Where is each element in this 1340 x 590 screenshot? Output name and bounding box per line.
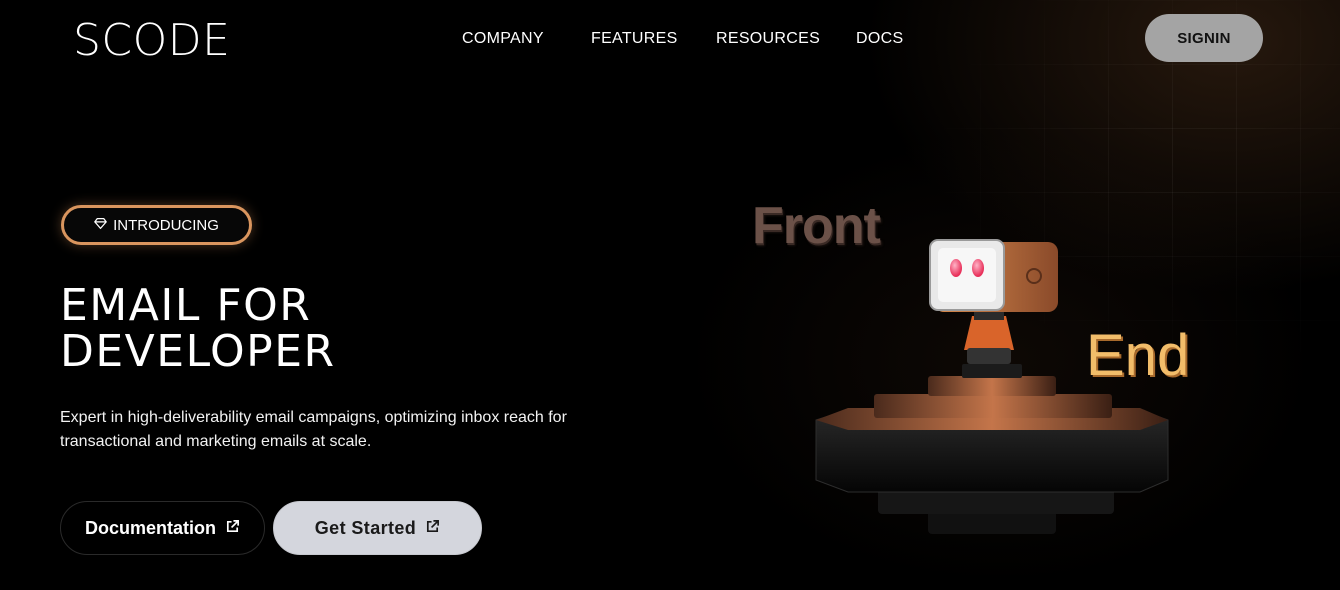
front-word: Front [752, 197, 881, 255]
diamond-icon [94, 217, 107, 234]
external-link-icon [225, 518, 240, 539]
end-word: End [1086, 323, 1190, 388]
nav-item-docs[interactable]: DOCS [856, 29, 903, 49]
nav-item-company[interactable]: COMPANY [462, 29, 544, 49]
get-started-label: Get Started [314, 517, 417, 538]
hero-description: Expert in high-deliverability email camp… [60, 409, 567, 450]
documentation-label: Documentation [84, 517, 216, 538]
page-title: EMAIL FOR DEVELOPER [60, 283, 580, 375]
nav-item-features[interactable]: FEATURES [591, 29, 678, 49]
get-started-button[interactable]: Get Started [273, 501, 482, 555]
headline-line-1: EMAIL FOR [60, 280, 312, 331]
signin-button[interactable]: SIGNIN [1145, 14, 1263, 62]
introducing-badge[interactable]: INTRODUCING [61, 205, 252, 245]
headline-line-2: DEVELOPER [60, 326, 336, 377]
logo[interactable]: SCODE [73, 16, 230, 66]
badge-label: INTRODUCING [113, 216, 219, 234]
external-link-icon [425, 518, 440, 539]
documentation-button[interactable]: Documentation [60, 501, 265, 555]
nav-item-resources[interactable]: RESOURCES [716, 29, 820, 49]
